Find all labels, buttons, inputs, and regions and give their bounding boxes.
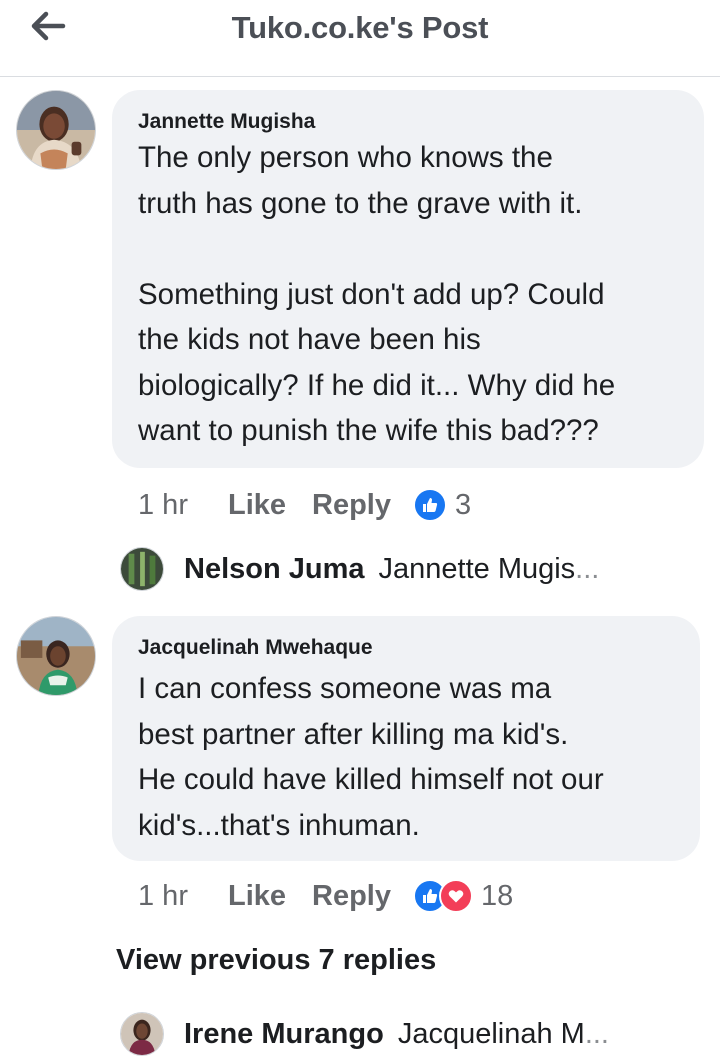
reply-ellipsis: ... (575, 552, 600, 585)
reply-snippet: Jannette Mugis (378, 552, 576, 585)
comment-bubble: Jacquelinah Mwehaque I can confess someo… (112, 616, 700, 861)
reply-button[interactable]: Reply (312, 880, 391, 913)
comment-actions: 1 hr Like Reply 3 (138, 485, 471, 525)
reaction-count[interactable]: 18 (481, 880, 513, 913)
avatar (120, 547, 164, 591)
view-previous-replies[interactable]: View previous 7 replies (116, 944, 436, 977)
thumbs-up-icon (413, 488, 447, 522)
reaction-count[interactable]: 3 (455, 489, 471, 522)
reply-preview[interactable]: Nelson Juma Jannette Mugis ... (120, 544, 599, 594)
comment-time[interactable]: 1 hr (138, 880, 188, 913)
comment-actions: 1 hr Like Reply 18 (138, 876, 513, 916)
like-button[interactable]: Like (228, 489, 286, 522)
reply-snippet: Jacquelinah M (397, 1017, 585, 1050)
reaction-icons[interactable] (413, 879, 473, 913)
comment-bubble: Jannette Mugisha The only person who kno… (112, 90, 704, 468)
avatar[interactable] (16, 90, 96, 170)
avatar[interactable] (16, 616, 96, 696)
comment-author[interactable]: Jannette Mugisha (138, 110, 315, 134)
reply-button[interactable]: Reply (312, 489, 391, 522)
reply-author[interactable]: Nelson Juma (184, 553, 365, 586)
comment-author[interactable]: Jacquelinah Mwehaque (138, 636, 373, 660)
reply-preview[interactable]: Irene Murango Jacquelinah M ... (120, 1009, 609, 1059)
reply-author[interactable]: Irene Murango (184, 1018, 384, 1051)
avatar (120, 1012, 164, 1056)
comment-text: I can confess someone was ma best partne… (138, 672, 604, 842)
top-bar: Tuko.co.ke's Post (0, 0, 720, 77)
comment-time[interactable]: 1 hr (138, 489, 188, 522)
page-title: Tuko.co.ke's Post (231, 10, 489, 45)
comment-text: The only person who knows the truth has … (138, 141, 616, 447)
reaction-icons[interactable] (413, 488, 447, 522)
reply-ellipsis: ... (584, 1017, 609, 1050)
heart-icon (439, 879, 473, 913)
like-button[interactable]: Like (228, 880, 286, 913)
